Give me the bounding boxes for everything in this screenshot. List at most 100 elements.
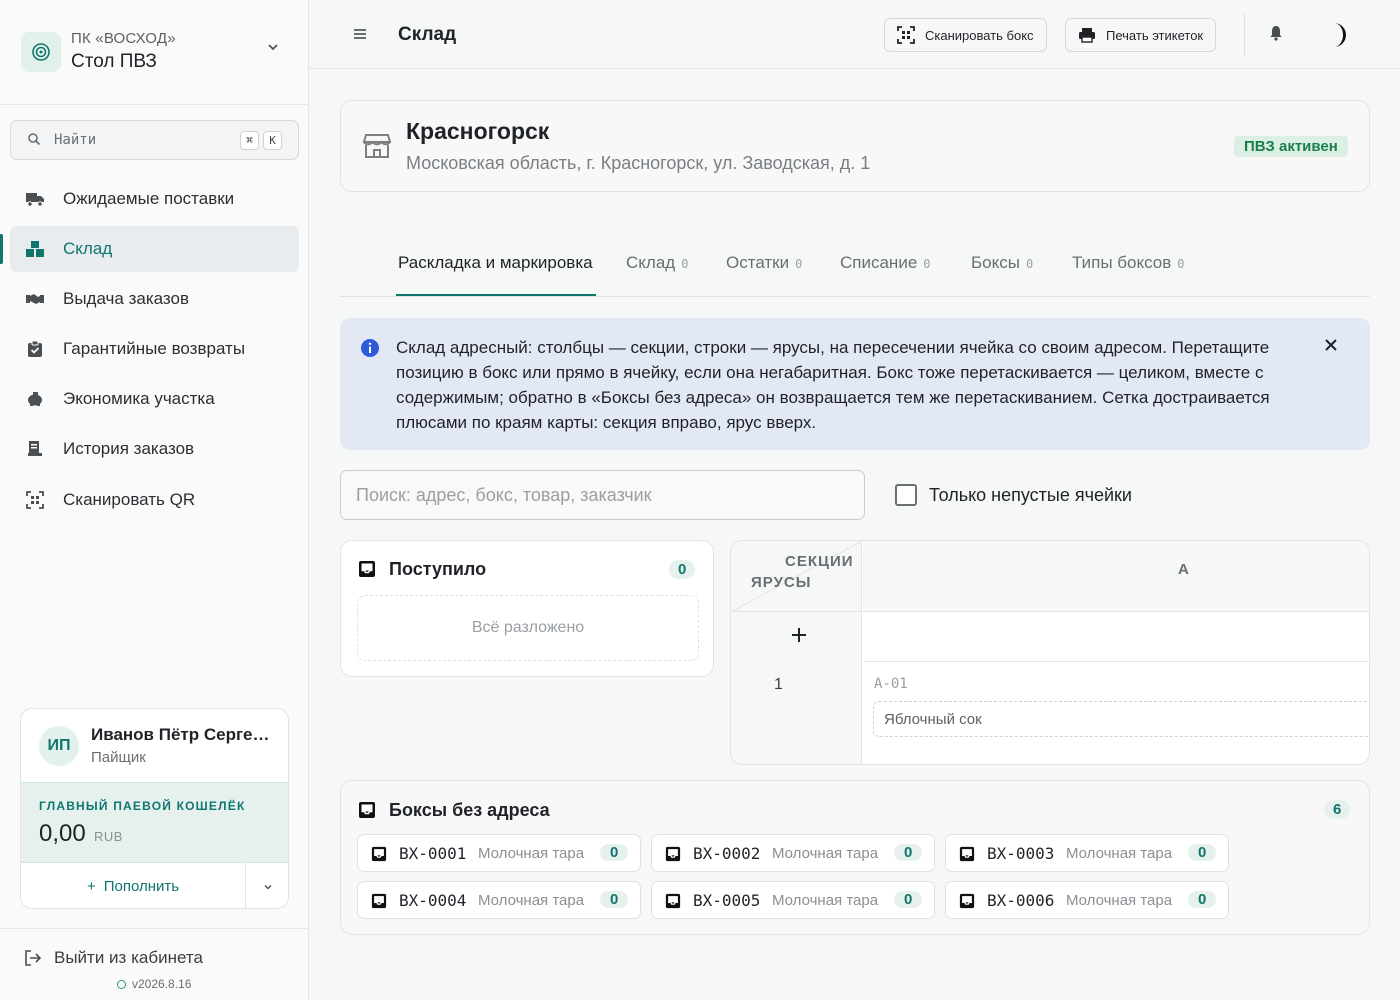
box-count: 0 bbox=[894, 891, 923, 908]
inbox-icon bbox=[959, 893, 975, 914]
box-count: 0 bbox=[1188, 844, 1217, 861]
page-title: Склад bbox=[398, 24, 457, 45]
tab-write-off[interactable]: Списание 0 bbox=[840, 253, 931, 273]
receipt-icon bbox=[25, 439, 45, 459]
tab-stock[interactable]: Остатки 0 bbox=[726, 253, 802, 273]
store-icon bbox=[362, 133, 392, 164]
warehouse-search-input[interactable]: Поиск: адрес, бокс, товар, заказчик bbox=[340, 470, 865, 520]
sidebar-item-label: Выдача заказов bbox=[63, 289, 190, 308]
logout-button[interactable]: Выйти из кабинета bbox=[24, 948, 203, 968]
theme-toggle-moon-icon[interactable] bbox=[1324, 21, 1350, 54]
status-badge: ПВЗ активен bbox=[1234, 136, 1348, 157]
close-icon[interactable] bbox=[1324, 338, 1338, 357]
print-labels-label: Печать этикеток bbox=[1106, 27, 1204, 43]
version-text: v2026.8.16 bbox=[132, 977, 192, 991]
box-count: 0 bbox=[894, 844, 923, 861]
menu-icon[interactable] bbox=[352, 27, 368, 46]
tabs: Раскладка и маркировка Склад 0 Остатки 0 С… bbox=[340, 233, 1370, 297]
shortcut-cmd-key: ⌘ bbox=[240, 131, 259, 150]
topup-button[interactable]: + Пополнить bbox=[21, 863, 245, 908]
box-type: Молочная тара bbox=[478, 892, 585, 909]
sidebar-item-label: Гарантийные возвраты bbox=[63, 339, 246, 358]
tab-label: Раскладка и маркировка bbox=[398, 253, 593, 272]
box-count: 0 bbox=[1188, 891, 1217, 908]
sidebar-item-expected-deliveries[interactable]: Ожидаемые поставки bbox=[10, 176, 299, 222]
tab-label: Остатки bbox=[726, 253, 790, 272]
sections-axis-label: СЕКЦИИ bbox=[785, 553, 854, 570]
tab-label: Типы боксов bbox=[1072, 253, 1172, 272]
box-chip[interactable]: BX-0001 Молочная тара 0 bbox=[357, 834, 641, 872]
box-type: Молочная тара bbox=[772, 892, 879, 909]
cell-item-label: Яблочный сок bbox=[884, 711, 982, 728]
cell-item[interactable]: Яблочный сок bbox=[873, 701, 1369, 737]
tiers-axis-label: ЯРУСЫ bbox=[751, 574, 812, 591]
bell-icon[interactable] bbox=[1269, 25, 1283, 46]
box-code: BX-0002 bbox=[693, 844, 761, 863]
printer-icon bbox=[1079, 28, 1095, 43]
tab-count: 0 bbox=[1025, 257, 1034, 271]
org-name: Стол ПВЗ bbox=[71, 51, 157, 72]
box-chip[interactable]: BX-0006 Молочная тара 0 bbox=[945, 881, 1229, 919]
user-card: ИП Иванов Пётр Серге… Пайщик ГЛАВНЫЙ ПАЕ… bbox=[20, 708, 289, 909]
sidebar-item-warehouse[interactable]: Склад bbox=[10, 226, 299, 272]
chevron-down-icon[interactable] bbox=[266, 40, 280, 59]
location-address: Московская область, г. Красногорск, ул. … bbox=[406, 153, 871, 173]
tier-label: 1 bbox=[774, 676, 783, 693]
user-name: Иванов Пётр Серге… bbox=[91, 725, 270, 744]
org-logo-icon bbox=[21, 32, 61, 72]
status-dot-icon bbox=[117, 979, 126, 989]
active-tab-underline bbox=[396, 294, 596, 296]
tab-warehouse[interactable]: Склад 0 bbox=[626, 253, 688, 273]
inbox-icon bbox=[358, 801, 376, 824]
tab-layout-marking[interactable]: Раскладка и маркировка bbox=[398, 253, 593, 273]
incoming-title: Поступило bbox=[389, 559, 487, 579]
sidebar-item-label: Ожидаемые поставки bbox=[63, 189, 235, 208]
tab-count: 0 bbox=[1177, 257, 1185, 271]
tab-boxes[interactable]: Боксы 0 bbox=[971, 253, 1033, 273]
sidebar-item-order-issue[interactable]: Выдача заказов bbox=[10, 276, 299, 322]
box-code: BX-0004 bbox=[399, 891, 467, 910]
sidebar-item-warranty-returns[interactable]: Гарантийные возвраты bbox=[10, 326, 299, 372]
avatar[interactable]: ИП bbox=[39, 726, 79, 766]
tab-box-types[interactable]: Типы боксов 0 bbox=[1072, 253, 1185, 273]
sidebar-item-economics[interactable]: Экономика участка bbox=[10, 376, 299, 422]
box-chip[interactable]: BX-0002 Молочная тара 0 bbox=[651, 834, 935, 872]
version-info: v2026.8.16 bbox=[117, 977, 191, 991]
sidebar-item-scan-qr[interactable]: Сканировать QR bbox=[10, 477, 299, 523]
inbox-icon bbox=[358, 560, 376, 583]
qr-scan-icon bbox=[897, 26, 915, 44]
nonempty-checkbox[interactable] bbox=[895, 484, 917, 506]
box-chip[interactable]: BX-0005 Молочная тара 0 bbox=[651, 881, 935, 919]
topup-menu-button[interactable] bbox=[245, 863, 288, 908]
box-code: BX-0006 bbox=[987, 891, 1055, 910]
box-chip[interactable]: BX-0003 Молочная тара 0 bbox=[945, 834, 1229, 872]
box-count: 0 bbox=[600, 891, 629, 908]
nonempty-label: Только непустые ячейки bbox=[929, 484, 1132, 505]
print-labels-button[interactable]: Печать этикеток bbox=[1065, 18, 1217, 52]
tab-label: Списание bbox=[840, 253, 918, 272]
boxes-title: Боксы без адреса bbox=[389, 800, 550, 820]
incoming-count: 0 bbox=[669, 560, 696, 579]
incoming-empty-state: Всё разложено bbox=[357, 595, 699, 661]
scan-box-button[interactable]: Сканировать бокс bbox=[884, 18, 1047, 52]
boxes-icon bbox=[25, 239, 45, 259]
info-icon bbox=[360, 338, 380, 363]
tab-count: 0 bbox=[681, 257, 689, 271]
sidebar: ПК «ВОСХОД» Стол ПВЗ Найти ⌘ K Ожидаемые… bbox=[0, 0, 309, 1000]
sidebar-search-input[interactable]: Найти ⌘ K bbox=[10, 120, 299, 160]
nonempty-filter[interactable]: Только непустые ячейки bbox=[895, 484, 1132, 506]
sidebar-item-order-history[interactable]: История заказов bbox=[10, 426, 299, 472]
box-type: Молочная тара bbox=[772, 845, 879, 862]
sidebar-item-label: Экономика участка bbox=[63, 389, 215, 408]
box-code: BX-0003 bbox=[987, 844, 1055, 863]
inbox-icon bbox=[665, 893, 681, 914]
top-bar: Склад Сканировать бокс Печать этикеток bbox=[309, 0, 1400, 69]
info-text: Склад адресный: столбцы — секции, строки… bbox=[396, 338, 1270, 432]
box-code: BX-0001 bbox=[399, 844, 467, 863]
scan-box-label: Сканировать бокс bbox=[925, 27, 1034, 43]
org-switcher[interactable]: ПК «ВОСХОД» Стол ПВЗ bbox=[21, 30, 291, 74]
add-tier-button[interactable] bbox=[791, 627, 807, 648]
box-chip[interactable]: BX-0004 Молочная тара 0 bbox=[357, 881, 641, 919]
cell-address: A-01 bbox=[874, 676, 908, 692]
inbox-icon bbox=[371, 893, 387, 914]
